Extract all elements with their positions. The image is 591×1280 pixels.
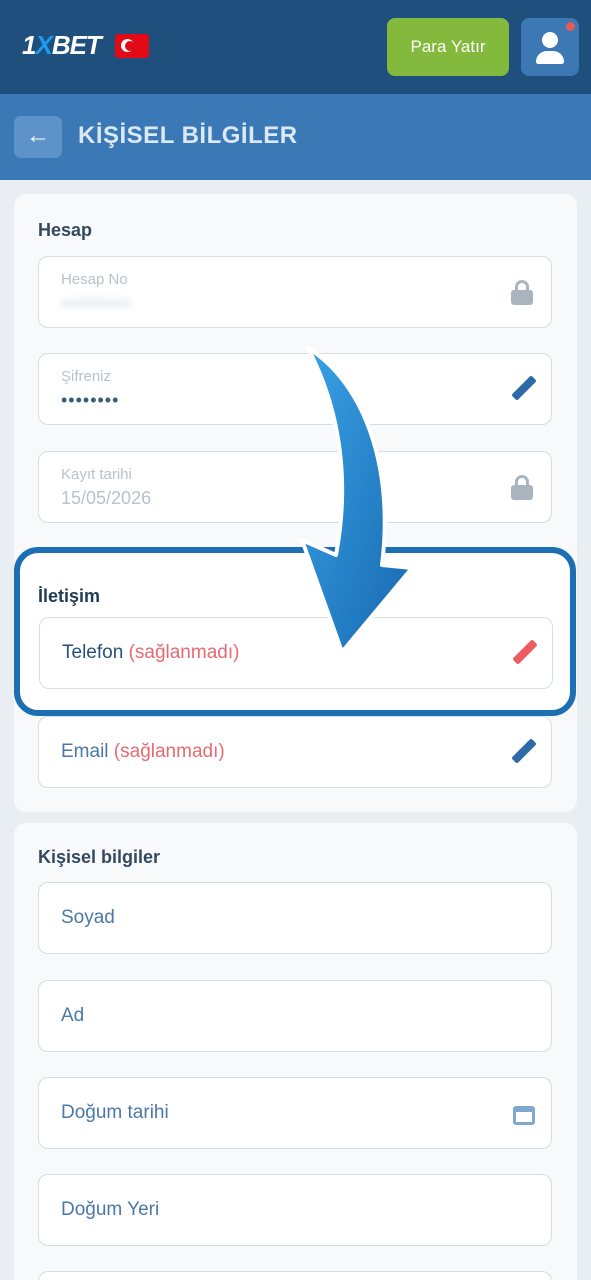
arrow-down-icon [300,346,414,654]
deposit-button[interactable]: Para Yatır [387,18,509,76]
birthplace-field[interactable]: Doğum Yeri [38,1174,552,1246]
user-icon [542,32,558,48]
account-number-field: Hesap No ••••••••••• [38,256,552,328]
contact-section-title: İletişim [38,586,101,606]
surname-field[interactable]: Soyad [38,882,552,954]
name-field[interactable]: Ad [38,980,552,1052]
email-field[interactable]: Email (sağlanmadı) [38,716,552,788]
logo-text: 1XBET [22,30,102,60]
turkey-flag-icon[interactable] [114,33,149,58]
personal-section-title: Kişisel bilgiler [38,847,161,867]
pencil-icon[interactable] [509,738,537,765]
page-header: ← KİŞİSEL BİLGİLER [0,94,591,180]
calendar-icon[interactable] [513,1103,535,1125]
brand-logo[interactable]: 1XBET [22,30,149,61]
user-account-button[interactable] [521,18,579,76]
top-bar: 1XBET Para Yatır [0,0,591,94]
lock-icon [509,474,535,500]
page-title: KİŞİSEL BİLGİLER [78,122,298,149]
back-arrow-icon[interactable]: ← [14,116,62,158]
notification-dot [566,22,575,31]
lock-icon [509,279,535,305]
account-section-title: Hesap [38,220,93,240]
pencil-icon[interactable] [509,375,537,402]
birthdate-field[interactable]: Doğum tarihi [38,1077,552,1149]
pencil-icon[interactable] [510,639,538,666]
next-field[interactable] [38,1271,552,1280]
